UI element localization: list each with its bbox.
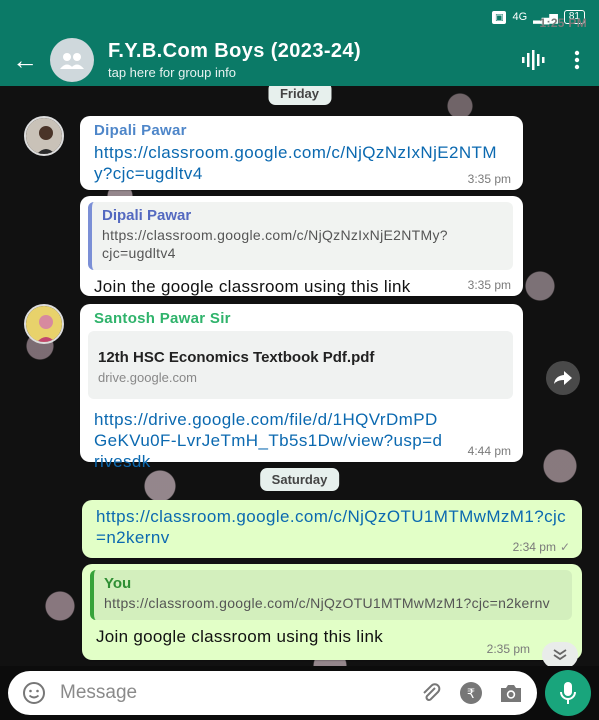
date-pill-saturday: Saturday	[259, 468, 340, 491]
message-input[interactable]	[60, 682, 405, 704]
quoted-sender: You	[104, 575, 132, 592]
sim-icon: ▣	[491, 10, 507, 24]
mic-button[interactable]	[545, 670, 591, 716]
sender-name[interactable]: Dipali Pawar	[94, 122, 513, 139]
avatar-dipali[interactable]	[24, 116, 64, 156]
attach-icon[interactable]	[417, 679, 445, 707]
back-arrow-icon[interactable]: ←	[0, 47, 50, 73]
message-bubble[interactable]: Santosh Pawar Sir 12th HSC Economics Tex…	[80, 304, 523, 471]
quoted-message[interactable]: You https://classroom.google.com/c/NjQzO…	[90, 570, 572, 620]
more-options-icon[interactable]	[555, 38, 599, 82]
message-input-box[interactable]: ₹	[8, 671, 537, 715]
date-pill-friday: Friday	[267, 86, 332, 105]
message-time: 3:35 pm	[467, 172, 511, 186]
forward-icon[interactable]	[546, 361, 580, 395]
message-link[interactable]: https://classroom.google.com/c/NjQzNzIxN…	[94, 142, 513, 184]
message-text: Join the google classroom using this lin…	[94, 277, 411, 296]
preview-domain: drive.google.com	[98, 370, 197, 385]
message-time: 4:44 pm	[467, 444, 511, 458]
camera-icon[interactable]	[497, 679, 525, 707]
link-preview-card[interactable]: 12th HSC Economics Textbook Pdf.pdf driv…	[88, 331, 513, 399]
message-time-text: 2:34 pm	[512, 540, 556, 554]
quoted-text: https://classroom.google.com/c/NjQzOTU1M…	[104, 595, 550, 611]
message-time: 2:34 pm ✓	[513, 540, 570, 554]
message-link[interactable]: https://drive.google.com/file/d/1HQVrDmP…	[94, 409, 513, 472]
chat-header[interactable]: ← F.Y.B.Com Boys (2023-24) tap here for …	[0, 34, 599, 86]
sent-check-icon: ✓	[559, 540, 570, 554]
svg-text:₹: ₹	[467, 687, 475, 702]
quoted-sender: Dipali Pawar	[102, 207, 192, 224]
chat-area[interactable]: Friday Dipali Pawar https://classroom.go…	[0, 86, 599, 666]
scroll-down-icon[interactable]	[542, 642, 578, 666]
message-time: 2:35 pm	[486, 642, 530, 656]
message-bubble[interactable]: Dipali Pawar https://classroom.google.co…	[80, 196, 523, 296]
network-label: 4G	[512, 11, 528, 23]
group-title-block[interactable]: F.Y.B.Com Boys (2023-24) tap here for gr…	[108, 40, 511, 80]
quoted-message[interactable]: Dipali Pawar https://classroom.google.co…	[88, 202, 513, 270]
group-icon	[60, 53, 84, 69]
message-bubble-outgoing[interactable]: https://classroom.google.com/c/NjQzOTU1M…	[82, 500, 582, 558]
sender-name[interactable]: Santosh Pawar Sir	[94, 310, 513, 327]
rupee-payment-icon[interactable]: ₹	[457, 679, 485, 707]
composer-bar: ₹	[0, 666, 599, 720]
mic-icon	[560, 682, 576, 704]
message-bubble[interactable]: Dipali Pawar https://classroom.google.co…	[80, 116, 523, 190]
message-link[interactable]: https://classroom.google.com/c/NjQzOTU1M…	[96, 506, 572, 548]
group-title: F.Y.B.Com Boys (2023-24)	[108, 40, 362, 62]
preview-title: 12th HSC Economics Textbook Pdf.pdf	[98, 349, 375, 366]
status-bar: 1:25 PM ▣ 4G ▂▄▆ 81	[0, 0, 599, 34]
group-subtitle: tap here for group info	[108, 65, 236, 80]
voice-chat-icon[interactable]	[511, 38, 555, 82]
status-time: 1:25 PM	[539, 16, 587, 30]
quoted-text: https://classroom.google.com/c/NjQzNzIxN…	[102, 227, 448, 261]
message-bubble-outgoing[interactable]: You https://classroom.google.com/c/NjQzO…	[82, 564, 582, 660]
avatar-santosh[interactable]	[24, 304, 64, 344]
emoji-icon[interactable]	[20, 679, 48, 707]
message-time: 3:35 pm	[467, 278, 511, 292]
group-avatar[interactable]	[50, 38, 94, 82]
